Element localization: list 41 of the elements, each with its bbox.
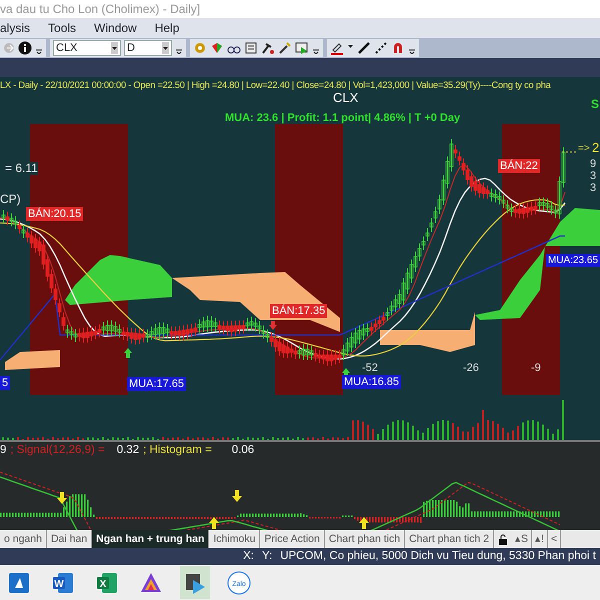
menu-item[interactable]: Tools <box>48 19 76 37</box>
sell-signal-label: BÁN:22 <box>498 159 540 174</box>
signal-label: ; Signal(12,26,9) = <box>10 443 105 458</box>
histogram-value: 0.06 <box>232 443 254 458</box>
taskbar-button[interactable]: W <box>48 566 78 599</box>
menu-item[interactable]: alysis <box>0 19 30 37</box>
buy-signal-label: MUA:16.85 <box>342 375 402 390</box>
buy-signal-label: MUA:23.65 <box>546 254 600 267</box>
price-value: 2 <box>592 141 600 156</box>
price-value: 3 <box>590 170 596 182</box>
info-line: LX - Daily - 22/10/2021 00:00:00 - Open =22.50 | High =24.80 | Low=22.40 | Close=24.80 | Vol=1,423,000 | Value=35.29(Ty)----Cong ty co pha <box>0 80 551 90</box>
price-arrow: => <box>578 143 590 154</box>
chart-title: CLX <box>333 91 358 106</box>
tab[interactable]: Ngan han + trung han <box>92 530 210 548</box>
buy-signal-label: MUA:17.65 <box>127 377 186 392</box>
tab-scroll-button[interactable]: ▴! <box>532 530 548 548</box>
trade-summary: MUA: 23.6 | Profit: 1.1 point| 4.86% | T +0 Day <box>225 112 460 124</box>
y-coordinate-label: Y: <box>262 549 272 564</box>
indicator-text: = 6.11 <box>5 162 38 176</box>
bar-counter: -9 <box>531 362 541 374</box>
tab-scroll-button[interactable]: ▴S <box>512 530 532 548</box>
sell-signal-label: BÁN:20.15 <box>26 207 84 222</box>
price-value: 3 <box>590 182 596 194</box>
bar-counter: -26 <box>463 362 479 374</box>
menu-item[interactable]: Window <box>94 19 137 37</box>
macd-value: 9 <box>0 443 6 458</box>
buy-signal-label: 5 <box>0 376 10 390</box>
symbol-combo[interactable]: CLX <box>53 40 121 56</box>
histogram-label: ; Histogram = <box>143 443 212 458</box>
signal-value: 0.32 <box>116 443 140 458</box>
indicator-text: CP) <box>0 193 21 206</box>
sell-signal-label: BÁN:17.35 <box>270 304 328 318</box>
x-coordinate-label: X: <box>243 549 254 564</box>
bar-counter: -52 <box>362 362 378 374</box>
period-combo[interactable]: D <box>124 40 172 56</box>
menu-item[interactable]: Help <box>154 19 180 37</box>
window-title: va dau tu Cho Lon (Cholimex) - Daily] <box>0 1 202 18</box>
taskbar-button[interactable]: X <box>92 566 122 599</box>
corner-label: S <box>591 98 600 112</box>
exchange-info: UPCOM, Co phieu, 5000 Dich vu Tieu dung, 5330 Phan phoi t <box>280 549 596 564</box>
price-value: 9 <box>590 158 596 170</box>
